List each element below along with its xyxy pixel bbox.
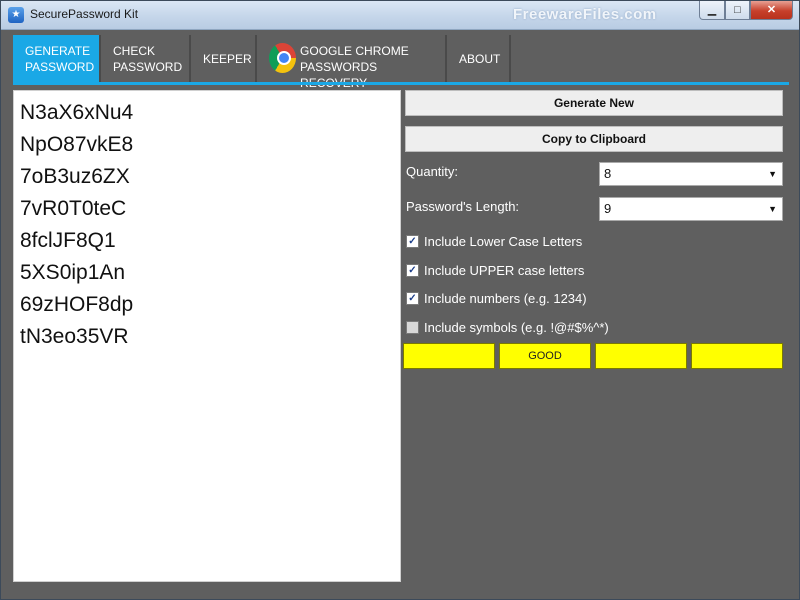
dropdown-arrow-icon: ▼ bbox=[768, 204, 777, 214]
quantity-select[interactable]: 8 ▼ bbox=[599, 162, 783, 186]
quantity-label: Quantity: bbox=[406, 164, 459, 179]
tab-label-line1: KEEPER bbox=[203, 52, 252, 66]
tab-generate-password[interactable]: GENERATE PASSWORD bbox=[13, 35, 101, 83]
strength-segment: GOOD bbox=[499, 343, 591, 369]
quantity-value: 8 bbox=[604, 166, 612, 181]
password-item[interactable]: 69zHOF8dp bbox=[20, 289, 400, 321]
tab-label-line1: GENERATE bbox=[25, 44, 91, 58]
title-bar[interactable]: ★ SecurePassword Kit FreewareFiles.com ▁… bbox=[1, 1, 799, 30]
tab-bar: GENERATE PASSWORD CHECK PASSWORD KEEPER … bbox=[13, 35, 511, 90]
password-item[interactable]: tN3eo35VR bbox=[20, 321, 400, 353]
tab-label-line2: PASSWORDS RECOVERY bbox=[300, 60, 378, 90]
app-window: ★ SecurePassword Kit FreewareFiles.com ▁… bbox=[0, 0, 800, 600]
tab-keeper[interactable]: KEEPER bbox=[191, 35, 257, 83]
checkbox-label: Include symbols (e.g. !@#$%^*) bbox=[424, 320, 609, 335]
length-select[interactable]: 9 ▼ bbox=[599, 197, 783, 221]
window-controls: ▁ □ ✕ bbox=[699, 1, 793, 20]
checkbox-label: Include Lower Case Letters bbox=[424, 234, 583, 249]
symbols-checkbox[interactable]: Include symbols (e.g. !@#$%^*) bbox=[406, 320, 609, 335]
tab-label-line2: PASSWORD bbox=[113, 60, 183, 74]
password-item[interactable]: N3aX6xNu4 bbox=[20, 97, 400, 129]
password-item[interactable]: 8fclJF8Q1 bbox=[20, 225, 400, 257]
password-list[interactable]: N3aX6xNu4 NpO87vkE8 7oB3uz6ZX 7vR0T0teC … bbox=[13, 90, 401, 582]
tab-label-line1: ABOUT bbox=[459, 52, 501, 66]
tab-label-line1: GOOGLE CHROME bbox=[300, 44, 409, 58]
chrome-icon bbox=[269, 43, 297, 73]
minimize-button[interactable]: ▁ bbox=[699, 1, 725, 20]
password-item[interactable]: 7vR0T0teC bbox=[20, 193, 400, 225]
strength-meter: GOOD bbox=[403, 343, 783, 369]
tab-check-password[interactable]: CHECK PASSWORD bbox=[101, 35, 191, 83]
checkbox-checked-icon: ✓ bbox=[406, 264, 419, 277]
checkbox-checked-icon: ✓ bbox=[406, 292, 419, 305]
maximize-button[interactable]: □ bbox=[725, 1, 750, 20]
length-label: Password's Length: bbox=[406, 199, 520, 214]
tab-underline bbox=[13, 82, 789, 85]
checkbox-label: Include numbers (e.g. 1234) bbox=[424, 291, 587, 306]
strength-segment bbox=[691, 343, 783, 369]
strength-segment bbox=[595, 343, 687, 369]
password-item[interactable]: 7oB3uz6ZX bbox=[20, 161, 400, 193]
lowercase-checkbox[interactable]: ✓ Include Lower Case Letters bbox=[406, 234, 582, 249]
uppercase-checkbox[interactable]: ✓ Include UPPER case letters bbox=[406, 263, 584, 278]
close-button[interactable]: ✕ bbox=[750, 1, 793, 20]
checkbox-label: Include UPPER case letters bbox=[424, 263, 585, 278]
window-title: SecurePassword Kit bbox=[30, 7, 139, 21]
app-icon: ★ bbox=[8, 7, 24, 23]
tab-label-line2: PASSWORD bbox=[25, 60, 95, 74]
checkbox-unchecked-icon bbox=[406, 321, 419, 334]
generate-new-button[interactable]: Generate New bbox=[405, 90, 783, 116]
numbers-checkbox[interactable]: ✓ Include numbers (e.g. 1234) bbox=[406, 291, 587, 306]
watermark-text: FreewareFiles.com bbox=[513, 6, 657, 23]
dropdown-arrow-icon: ▼ bbox=[768, 169, 777, 179]
password-item[interactable]: NpO87vkE8 bbox=[20, 129, 400, 161]
tab-chrome-recovery[interactable]: GOOGLE CHROME PASSWORDS RECOVERY bbox=[257, 35, 447, 90]
tab-label-line1: CHECK bbox=[113, 44, 156, 58]
length-value: 9 bbox=[604, 201, 612, 216]
password-item[interactable]: 5XS0ip1An bbox=[20, 257, 400, 289]
checkbox-checked-icon: ✓ bbox=[406, 235, 419, 248]
tab-about[interactable]: ABOUT bbox=[447, 35, 511, 83]
strength-segment bbox=[403, 343, 495, 369]
copy-clipboard-button[interactable]: Copy to Clipboard bbox=[405, 126, 783, 152]
